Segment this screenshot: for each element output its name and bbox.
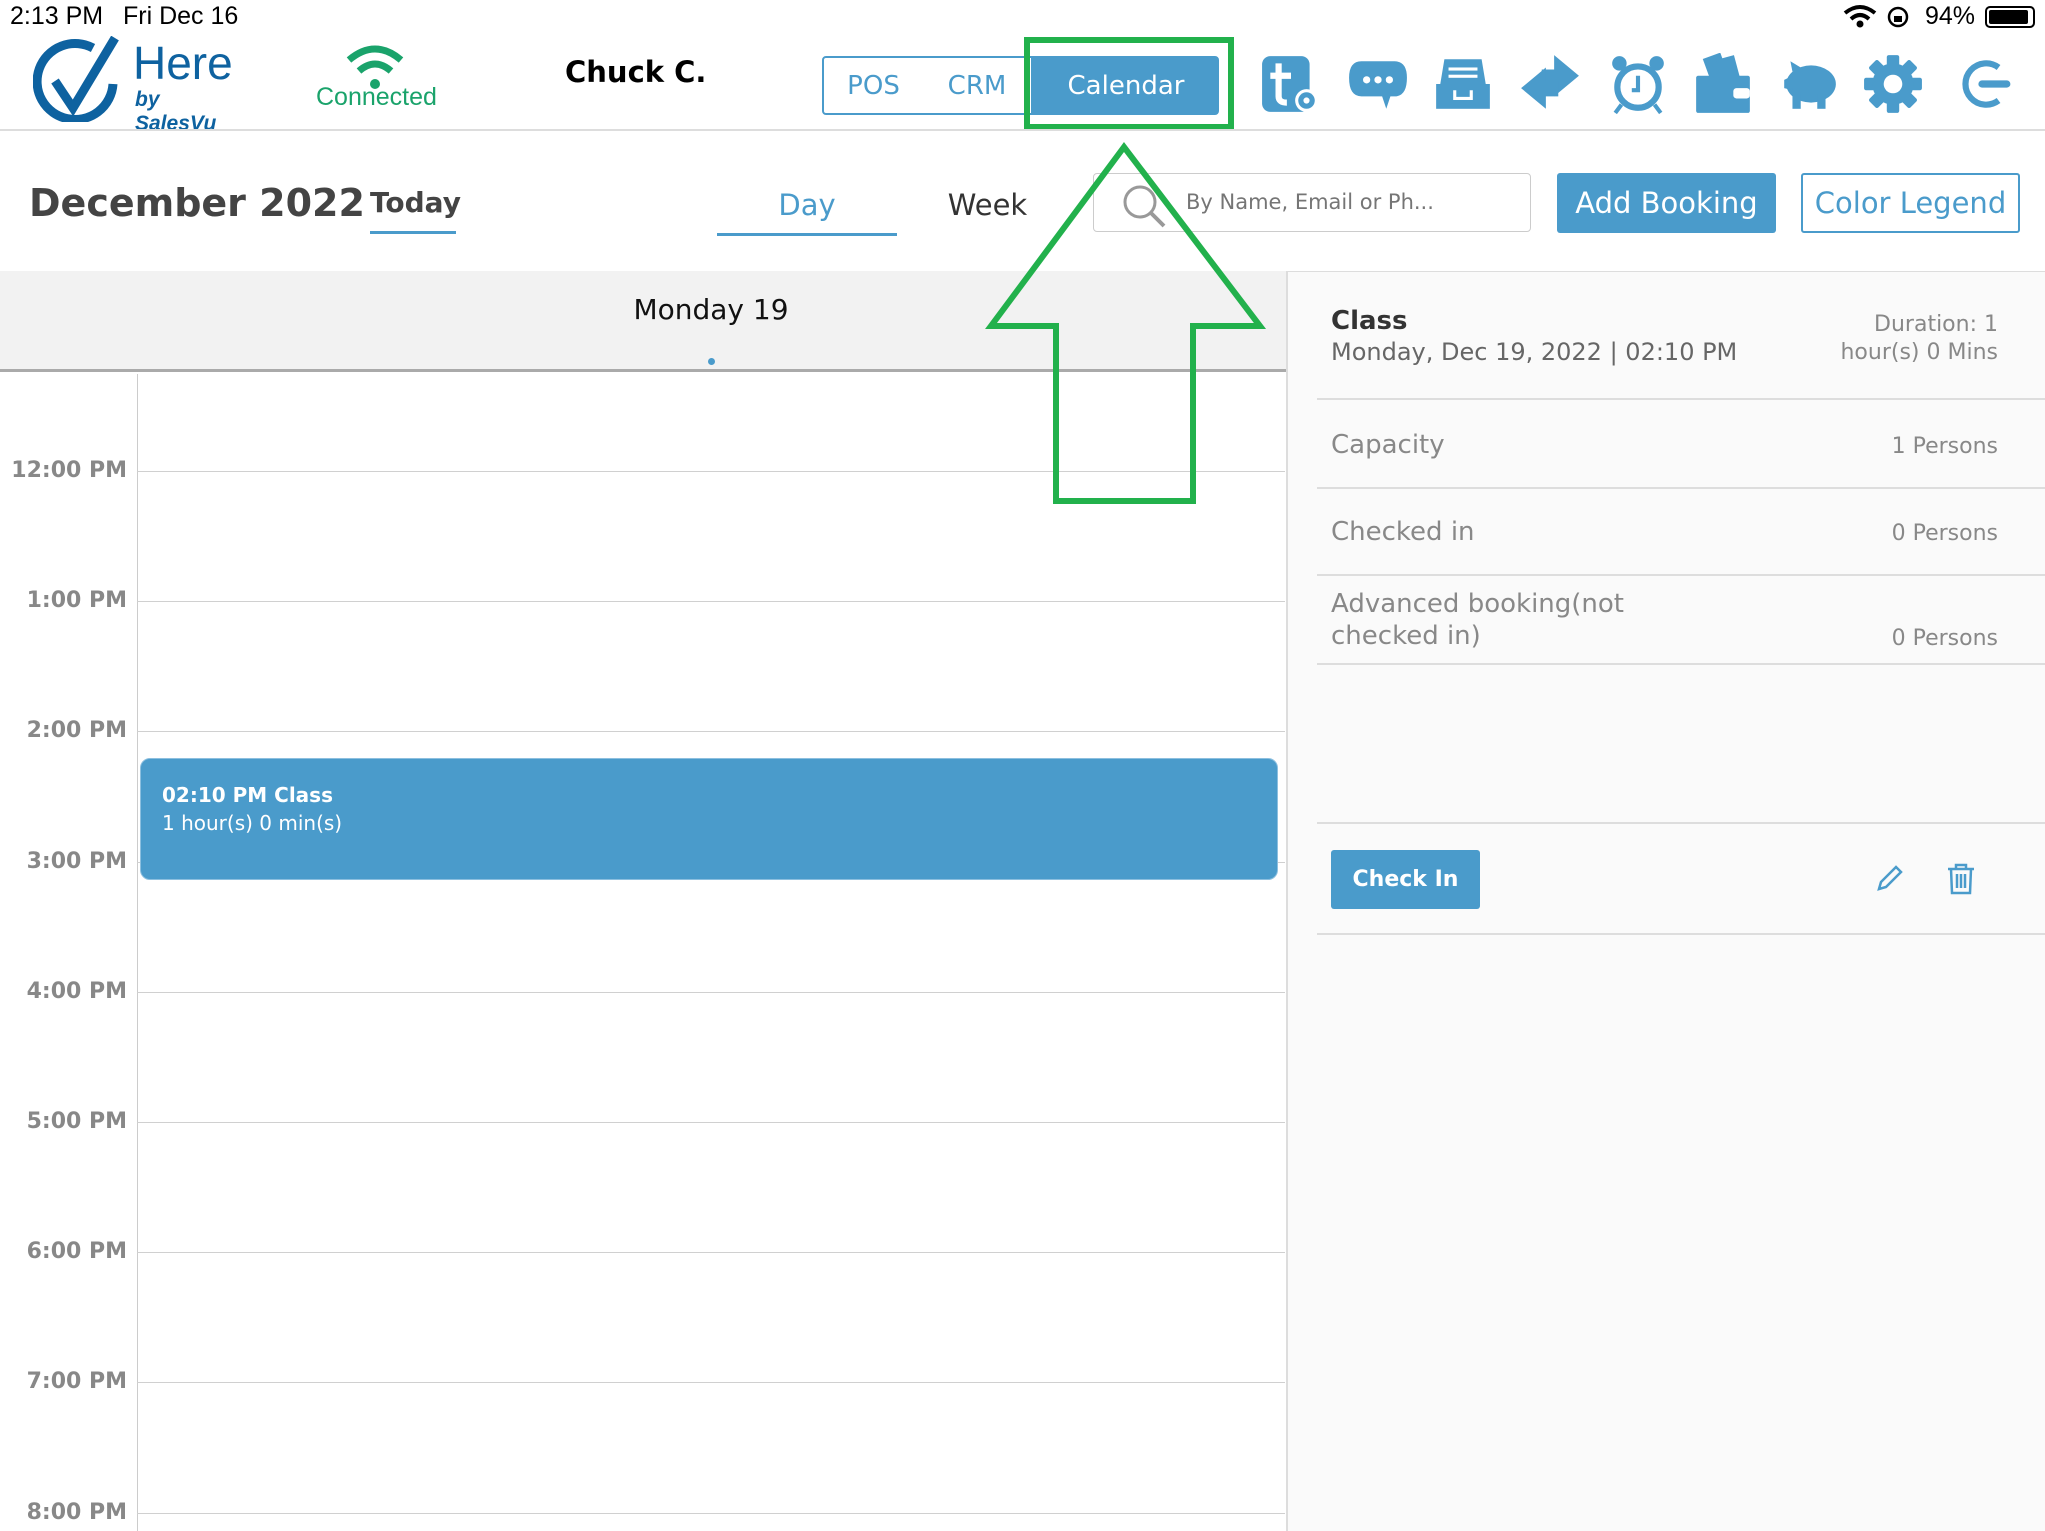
hour-gridline <box>137 1122 1285 1123</box>
checked-in-label: Checked in <box>1331 517 1475 547</box>
advanced-booking-label: Advanced booking(not <box>1331 589 1624 619</box>
time-axis-line <box>137 374 138 1531</box>
hour-gridline <box>137 1382 1285 1384</box>
tab-day[interactable]: Day <box>717 188 897 236</box>
add-booking-button[interactable]: Add Booking <box>1557 173 1776 233</box>
check-in-button[interactable]: Check In <box>1331 850 1480 909</box>
hour-gridline <box>137 731 1285 733</box>
search-icon <box>1123 185 1166 228</box>
advanced-booking-value: 0 Persons <box>1891 626 1998 651</box>
status-date: Fri Dec 16 <box>123 2 239 30</box>
day-label: Monday 19 <box>633 293 789 326</box>
rotation-lock-icon <box>1887 6 1909 28</box>
cash-drawer-icon[interactable] <box>1432 53 1494 115</box>
hour-label: 6:00 PM <box>26 1239 127 1265</box>
gear-icon[interactable] <box>1862 53 1924 115</box>
checked-in-value: 0 Persons <box>1891 521 1998 546</box>
hour-label: 5:00 PM <box>26 1109 127 1134</box>
search-input[interactable] <box>1186 184 1516 220</box>
advanced-booking-label-2: checked in) <box>1331 621 1481 651</box>
divider <box>1317 398 2045 400</box>
hour-label: 3:00 PM <box>26 848 127 874</box>
today-button[interactable]: Today <box>370 186 461 234</box>
month-title: December 2022 <box>29 181 365 225</box>
hour-gridline <box>137 471 1285 472</box>
divider <box>1317 487 2045 489</box>
tab-week[interactable]: Week <box>910 188 1065 222</box>
connection-status: Connected <box>316 83 437 111</box>
hour-gridline <box>137 991 1285 993</box>
details-duration-1: Duration: 1 <box>1874 312 1998 337</box>
header-divider <box>0 129 2045 131</box>
color-legend-button[interactable]: Color Legend <box>1801 173 2020 233</box>
annotation-highlight-box <box>1024 37 1234 130</box>
tab-pos[interactable]: POS <box>822 56 925 115</box>
event-class[interactable]: 02:10 PM Class 1 hour(s) 0 min(s) <box>140 758 1278 880</box>
divider <box>1317 574 2045 576</box>
hour-label: 7:00 PM <box>26 1369 127 1395</box>
details-title: Class <box>1331 306 1408 336</box>
logo: Here by SalesVu <box>33 36 243 135</box>
user-name: Chuck C. <box>565 55 707 89</box>
hour-label: 4:00 PM <box>26 978 127 1004</box>
capacity-label: Capacity <box>1331 430 1445 460</box>
details-datetime: Monday, Dec 19, 2022 | 02:10 PM <box>1331 338 1738 366</box>
edit-pencil-icon[interactable] <box>1874 862 1906 894</box>
divider <box>1317 822 2045 824</box>
transfer-arrows-icon[interactable] <box>1519 53 1581 115</box>
hour-gridline <box>137 1252 1285 1254</box>
hour-gridline <box>137 601 1285 603</box>
status-time: 2:13 PM <box>10 2 104 30</box>
alarm-clock-icon[interactable] <box>1607 53 1669 115</box>
tab-crm[interactable]: CRM <box>923 56 1033 115</box>
event-duration: 1 hour(s) 0 min(s) <box>162 811 343 835</box>
wallet-icon[interactable] <box>1692 53 1754 115</box>
hour-label: 2:00 PM <box>26 718 127 744</box>
search-field[interactable] <box>1093 173 1531 232</box>
wifi-status-icon <box>1843 5 1877 28</box>
logout-icon[interactable] <box>1951 53 2013 115</box>
details-duration-2: hour(s) 0 Mins <box>1840 340 1998 365</box>
hour-label: 1:00 PM <box>26 588 127 614</box>
hour-label: 8:00 PM <box>26 1499 127 1525</box>
hour-label: 12:00 PM <box>11 458 127 483</box>
event-title: 02:10 PM Class <box>162 783 333 807</box>
divider <box>1317 663 2045 665</box>
battery-icon <box>1985 6 2035 28</box>
divider <box>1317 933 2045 935</box>
piggy-bank-icon[interactable] <box>1778 53 1840 115</box>
today-dot <box>708 358 715 365</box>
capacity-value: 1 Persons <box>1891 434 1998 459</box>
hour-gridline <box>137 1512 1285 1514</box>
day-header: Monday 19 <box>0 271 1286 372</box>
tip-settings-icon[interactable] <box>1260 53 1322 115</box>
chat-icon[interactable] <box>1347 53 1409 115</box>
battery-percent: 94% <box>1925 2 1976 30</box>
delete-trash-icon[interactable] <box>1945 862 1977 896</box>
